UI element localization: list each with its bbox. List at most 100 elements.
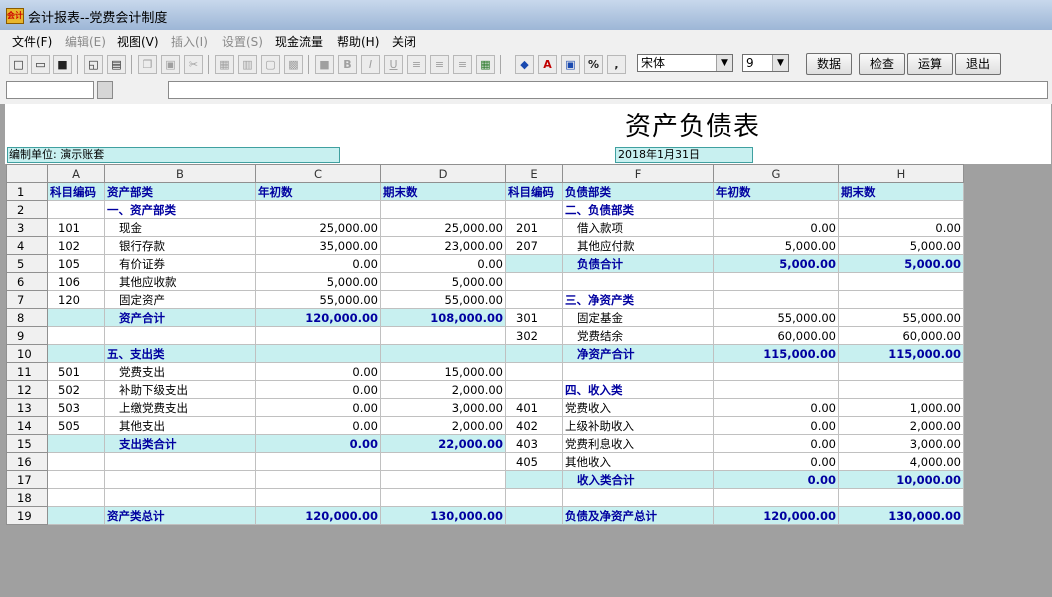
grid-cell-h[interactable] — [838, 290, 964, 309]
grid-cell-b[interactable]: 有价证券 — [104, 254, 256, 273]
grid-cell-a[interactable] — [47, 308, 105, 327]
grid-cell-b[interactable]: 上缴党费支出 — [104, 398, 256, 417]
menu-help[interactable]: 帮助(H) — [337, 33, 379, 50]
new-icon[interactable]: □ — [9, 55, 28, 74]
font-size-select[interactable]: 9 ▼ — [742, 54, 789, 72]
grid-cell-g[interactable] — [713, 362, 839, 381]
grid-cell-f[interactable]: 二、负债部类 — [562, 200, 714, 219]
grid-cell-d[interactable]: 2,000.00 — [380, 380, 506, 399]
grid-cell-d[interactable]: 22,000.00 — [380, 434, 506, 453]
grid-cell-a[interactable] — [47, 344, 105, 363]
percent-icon[interactable]: % — [584, 55, 603, 74]
format-icon[interactable]: ▣ — [561, 55, 580, 74]
grid-cell-c[interactable] — [255, 488, 381, 507]
grid-cell-g[interactable] — [713, 272, 839, 291]
row-header[interactable]: 13 — [6, 398, 48, 417]
grid-cell-f[interactable]: 党费收入 — [562, 398, 714, 417]
grid-cell-h[interactable] — [838, 362, 964, 381]
grid-cell-e[interactable] — [505, 344, 563, 363]
exit-button[interactable]: 退出 — [955, 53, 1001, 75]
grid-cell-c[interactable] — [255, 344, 381, 363]
grid-cell-c[interactable]: 120,000.00 — [255, 308, 381, 327]
grid-cell-d[interactable] — [380, 326, 506, 345]
grid-cell-h[interactable] — [838, 200, 964, 219]
column-header-f[interactable]: F — [562, 164, 714, 183]
grid-cell-e[interactable] — [505, 470, 563, 489]
grid-cell-a[interactable] — [47, 506, 105, 525]
row-header[interactable]: 3 — [6, 218, 48, 237]
grid-cell-a[interactable]: 502 — [47, 380, 105, 399]
column-header-e[interactable]: E — [505, 164, 563, 183]
row-header[interactable]: 18 — [6, 488, 48, 507]
print-preview-icon[interactable]: ◱ — [84, 55, 103, 74]
row-header[interactable]: 19 — [6, 506, 48, 525]
grid-cell-h[interactable] — [838, 488, 964, 507]
grid-cell-b[interactable] — [104, 452, 256, 471]
grid-cell-e[interactable]: 207 — [505, 236, 563, 255]
save-icon[interactable]: ■ — [53, 55, 72, 74]
grid-cell-h[interactable]: 130,000.00 — [838, 506, 964, 525]
row-header[interactable]: 16 — [6, 452, 48, 471]
grid-cell-b[interactable]: 一、资产部类 — [104, 200, 256, 219]
grid-cell-h[interactable]: 55,000.00 — [838, 308, 964, 327]
grid-cell-b[interactable] — [104, 488, 256, 507]
grid-cell-d[interactable]: 25,000.00 — [380, 218, 506, 237]
menu-edit[interactable]: 编辑(E) — [65, 33, 106, 50]
grid-cell-d[interactable]: 23,000.00 — [380, 236, 506, 255]
grid-cell-d[interactable]: 130,000.00 — [380, 506, 506, 525]
grid-cell-f[interactable]: 党费利息收入 — [562, 434, 714, 453]
font-name-select[interactable]: 宋体 ▼ — [637, 54, 733, 72]
menu-view[interactable]: 视图(V) — [117, 33, 159, 50]
grid-cell-d[interactable]: 108,000.00 — [380, 308, 506, 327]
data-button[interactable]: 数据 — [806, 53, 852, 75]
grid-cell-e[interactable]: 201 — [505, 218, 563, 237]
grid-cell-a[interactable]: 501 — [47, 362, 105, 381]
grid-cell-b[interactable] — [104, 326, 256, 345]
grid-cell-c[interactable]: 0.00 — [255, 362, 381, 381]
grid-cell-f[interactable] — [562, 362, 714, 381]
grid-cell-g[interactable]: 0.00 — [713, 218, 839, 237]
fill-icon[interactable]: ■ — [315, 55, 334, 74]
comma-icon[interactable]: , — [607, 55, 626, 74]
column-header-h[interactable]: H — [838, 164, 964, 183]
grid-cell-f[interactable]: 负债及净资产总计 — [562, 506, 714, 525]
grid-cell-f[interactable]: 借入款项 — [562, 218, 714, 237]
grid-cell-h[interactable]: 0.00 — [838, 218, 964, 237]
grid-cell-g[interactable] — [713, 200, 839, 219]
row-header[interactable]: 1 — [6, 182, 48, 201]
grid-cell-f[interactable]: 固定基金 — [562, 308, 714, 327]
check-button[interactable]: 检查 — [859, 53, 905, 75]
grid-cell-c[interactable]: 年初数 — [255, 182, 381, 201]
grid-cell-b[interactable]: 五、支出类 — [104, 344, 256, 363]
menu-file[interactable]: 文件(F) — [12, 33, 52, 50]
merge-icon[interactable]: ▦ — [215, 55, 234, 74]
menu-close[interactable]: 关闭 — [392, 33, 416, 50]
grid-cell-e[interactable] — [505, 254, 563, 273]
grid-cell-g[interactable] — [713, 290, 839, 309]
grid-cell-a[interactable] — [47, 452, 105, 471]
grid-cell-c[interactable]: 0.00 — [255, 398, 381, 417]
open-icon[interactable]: ▭ — [31, 55, 50, 74]
grid-cell-a[interactable]: 101 — [47, 218, 105, 237]
grid-cell-h[interactable]: 4,000.00 — [838, 452, 964, 471]
grid-cell-b[interactable]: 银行存款 — [104, 236, 256, 255]
row-header[interactable]: 14 — [6, 416, 48, 435]
grid-cell-c[interactable] — [255, 326, 381, 345]
grid-cell-b[interactable] — [104, 470, 256, 489]
font-color-icon[interactable]: A — [538, 55, 557, 74]
grid-cell-g[interactable]: 0.00 — [713, 434, 839, 453]
grid-cell-f[interactable]: 其他收入 — [562, 452, 714, 471]
grid-cell-a[interactable]: 505 — [47, 416, 105, 435]
style-icon[interactable]: ▩ — [284, 55, 303, 74]
grid-cell-e[interactable]: 402 — [505, 416, 563, 435]
grid-cell-a[interactable] — [47, 326, 105, 345]
grid-cell-f[interactable]: 净资产合计 — [562, 344, 714, 363]
grid-cell-h[interactable]: 10,000.00 — [838, 470, 964, 489]
grid-cell-b[interactable]: 资产合计 — [104, 308, 256, 327]
grid-cell-d[interactable] — [380, 488, 506, 507]
grid-cell-h[interactable] — [838, 272, 964, 291]
grid-cell-f[interactable] — [562, 488, 714, 507]
row-header[interactable]: 5 — [6, 254, 48, 273]
report-date[interactable]: 2018年1月31日 — [615, 147, 753, 163]
grid-cell-b[interactable]: 支出类合计 — [104, 434, 256, 453]
